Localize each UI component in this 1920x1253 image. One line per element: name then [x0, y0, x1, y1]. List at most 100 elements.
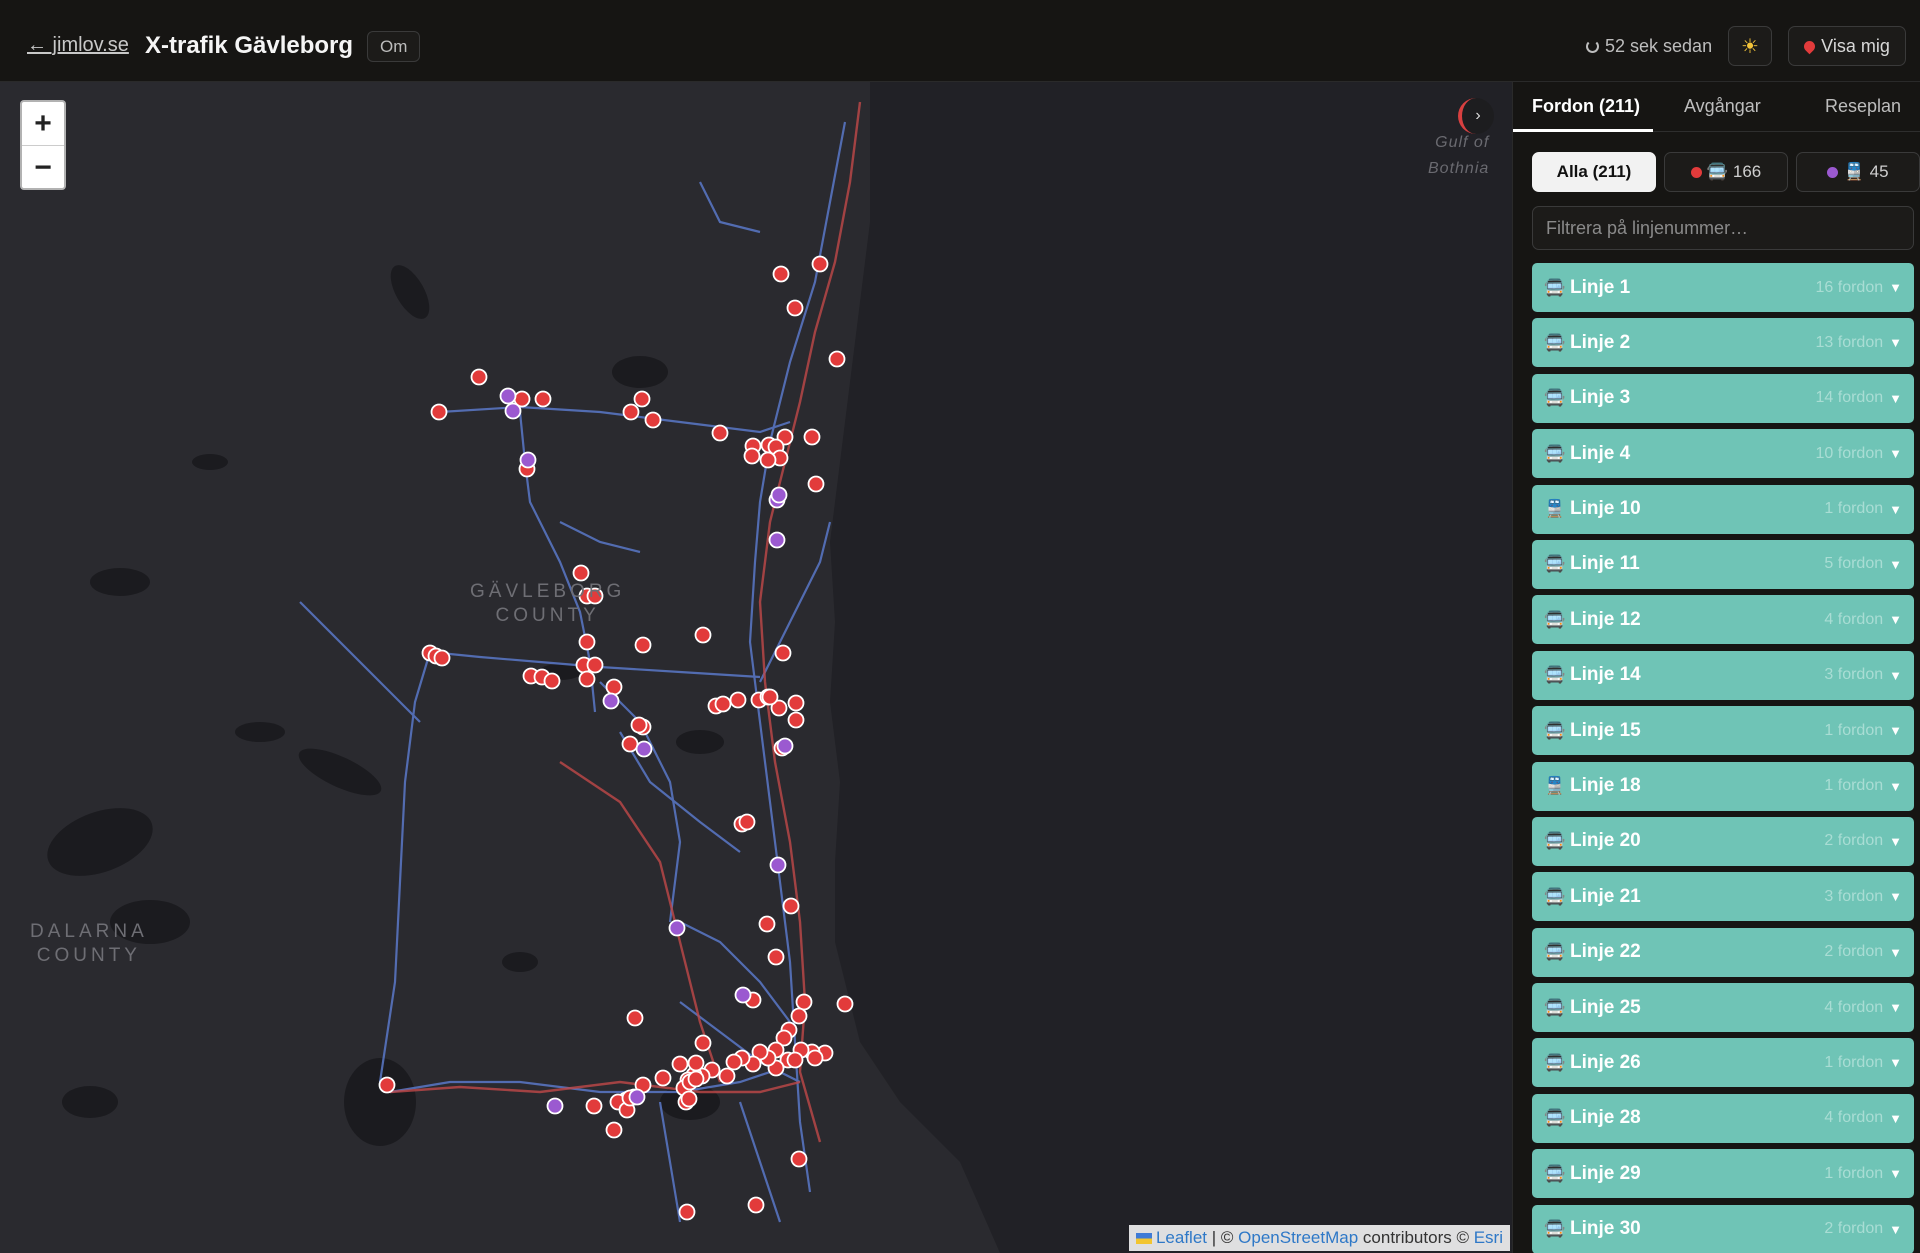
- bus-marker[interactable]: [687, 1070, 705, 1088]
- line-item[interactable]: 🚍 Linje 14 3 fordon ▼: [1532, 650, 1914, 700]
- bus-marker[interactable]: [680, 1090, 698, 1108]
- bus-marker[interactable]: [433, 649, 451, 667]
- bus-marker[interactable]: [774, 644, 792, 662]
- leaflet-link[interactable]: Leaflet: [1156, 1228, 1207, 1247]
- bus-marker[interactable]: [687, 1054, 705, 1072]
- bus-marker[interactable]: [759, 451, 777, 469]
- bus-marker[interactable]: [622, 403, 640, 421]
- train-marker[interactable]: [769, 856, 787, 874]
- line-item[interactable]: 🚍 Linje 20 2 fordon ▼: [1532, 816, 1914, 866]
- bus-marker[interactable]: [634, 636, 652, 654]
- zoom-out-button[interactable]: −: [22, 146, 64, 190]
- expand-panel-button[interactable]: ›: [1458, 98, 1494, 134]
- bus-marker[interactable]: [578, 633, 596, 651]
- line-item[interactable]: 🚍 Linje 12 4 fordon ▼: [1532, 595, 1914, 645]
- bus-marker[interactable]: [626, 1009, 644, 1027]
- bus-marker[interactable]: [578, 670, 596, 688]
- osm-link[interactable]: OpenStreetMap: [1238, 1228, 1358, 1247]
- bus-marker[interactable]: [761, 688, 779, 706]
- bus-marker[interactable]: [782, 897, 800, 915]
- train-marker[interactable]: [776, 737, 794, 755]
- bus-marker[interactable]: [718, 1067, 736, 1085]
- bus-marker[interactable]: [711, 424, 729, 442]
- line-item[interactable]: 🚍Linje 213 fordon▼: [1532, 872, 1914, 922]
- line-item[interactable]: 🚍 Linje 29 1 fordon ▼: [1532, 1149, 1914, 1199]
- bus-marker[interactable]: [806, 1049, 824, 1067]
- about-button[interactable]: Om: [367, 31, 421, 62]
- bus-marker[interactable]: [729, 691, 747, 709]
- bus-marker[interactable]: [725, 1053, 743, 1071]
- train-marker[interactable]: [635, 740, 653, 758]
- train-marker[interactable]: [504, 402, 522, 420]
- bus-marker[interactable]: [811, 255, 829, 273]
- tab-vehicles[interactable]: Fordon (211): [1532, 96, 1640, 117]
- bus-marker[interactable]: [633, 390, 651, 408]
- bus-marker[interactable]: [767, 948, 785, 966]
- tab-departures[interactable]: Avgångar: [1684, 96, 1761, 117]
- train-marker[interactable]: [519, 451, 537, 469]
- bus-marker[interactable]: [654, 1069, 672, 1087]
- bus-marker[interactable]: [605, 1121, 623, 1139]
- line-item[interactable]: 🚆 Linje 18 1 fordon ▼: [1532, 761, 1914, 811]
- line-item[interactable]: 🚍 Linje 15 1 fordon ▼: [1532, 706, 1914, 756]
- bus-marker[interactable]: [605, 678, 623, 696]
- line-item[interactable]: 🚍 Linje 22 2 fordon ▼: [1532, 927, 1914, 977]
- bus-marker[interactable]: [694, 626, 712, 644]
- train-marker[interactable]: [770, 486, 788, 504]
- bus-marker[interactable]: [543, 672, 561, 690]
- bus-marker[interactable]: [534, 390, 552, 408]
- zoom-in-button[interactable]: +: [22, 102, 64, 146]
- locate-me-button[interactable]: Visa mig: [1788, 26, 1906, 66]
- esri-link[interactable]: Esri: [1474, 1228, 1503, 1247]
- line-filter-input[interactable]: [1532, 206, 1914, 250]
- line-item[interactable]: 🚍 Linje 25 4 fordon ▼: [1532, 983, 1914, 1033]
- train-marker[interactable]: [602, 692, 620, 710]
- bus-marker[interactable]: [743, 447, 761, 465]
- bus-marker[interactable]: [694, 1034, 712, 1052]
- bus-marker[interactable]: [786, 1051, 804, 1069]
- line-item[interactable]: 🚍 Linje 30 2 fordon ▼: [1532, 1204, 1914, 1253]
- bus-marker[interactable]: [828, 350, 846, 368]
- bus-marker[interactable]: [758, 915, 776, 933]
- tab-trip-planner[interactable]: Reseplan: [1825, 96, 1901, 117]
- line-item[interactable]: 🚆 Linje 10 1 fordon ▼: [1532, 484, 1914, 534]
- bus-marker[interactable]: [772, 265, 790, 283]
- bus-marker[interactable]: [586, 656, 604, 674]
- filter-train-button[interactable]: 🚆 45: [1796, 152, 1920, 192]
- bus-marker[interactable]: [787, 711, 805, 729]
- bus-marker[interactable]: [470, 368, 488, 386]
- bus-marker[interactable]: [747, 1196, 765, 1214]
- line-item[interactable]: 🚍 Linje 11 5 fordon ▼: [1532, 539, 1914, 589]
- line-item[interactable]: 🚍 Linje 26 1 fordon ▼: [1532, 1038, 1914, 1088]
- back-link[interactable]: ← jimlov.se: [27, 34, 129, 57]
- bus-marker[interactable]: [630, 716, 648, 734]
- bus-marker[interactable]: [803, 428, 821, 446]
- bus-marker[interactable]: [714, 695, 732, 713]
- bus-marker[interactable]: [671, 1055, 689, 1073]
- line-item[interactable]: 🚍 Linje 4 10 fordon ▼: [1532, 429, 1914, 479]
- filter-all-button[interactable]: Alla (211): [1532, 152, 1656, 192]
- bus-marker[interactable]: [790, 1007, 808, 1025]
- bus-marker[interactable]: [807, 475, 825, 493]
- line-item[interactable]: 🚍Linje 213 fordon▼: [1532, 318, 1914, 368]
- bus-marker[interactable]: [738, 813, 756, 831]
- bus-marker[interactable]: [795, 993, 813, 1011]
- bus-marker[interactable]: [786, 299, 804, 317]
- line-item[interactable]: 🚍 Linje 3 14 fordon ▼: [1532, 373, 1914, 423]
- map[interactable]: + − GÄVLEBORG COUNTY DALARNA COUNTY Gulf…: [0, 82, 1512, 1253]
- bus-marker[interactable]: [585, 1097, 603, 1115]
- bus-marker[interactable]: [621, 735, 639, 753]
- bus-marker[interactable]: [678, 1203, 696, 1221]
- bus-marker[interactable]: [836, 995, 854, 1013]
- theme-toggle-button[interactable]: ☀: [1728, 26, 1772, 66]
- train-marker[interactable]: [668, 919, 686, 937]
- line-item[interactable]: 🚍 Linje 1 16 fordon ▼: [1532, 263, 1914, 312]
- bus-marker[interactable]: [572, 564, 590, 582]
- train-marker[interactable]: [546, 1097, 564, 1115]
- bus-marker[interactable]: [787, 694, 805, 712]
- bus-marker[interactable]: [430, 403, 448, 421]
- train-marker[interactable]: [628, 1088, 646, 1106]
- map-canvas[interactable]: [0, 82, 1512, 1253]
- train-marker[interactable]: [499, 387, 517, 405]
- filter-bus-button[interactable]: 🚍 166: [1664, 152, 1788, 192]
